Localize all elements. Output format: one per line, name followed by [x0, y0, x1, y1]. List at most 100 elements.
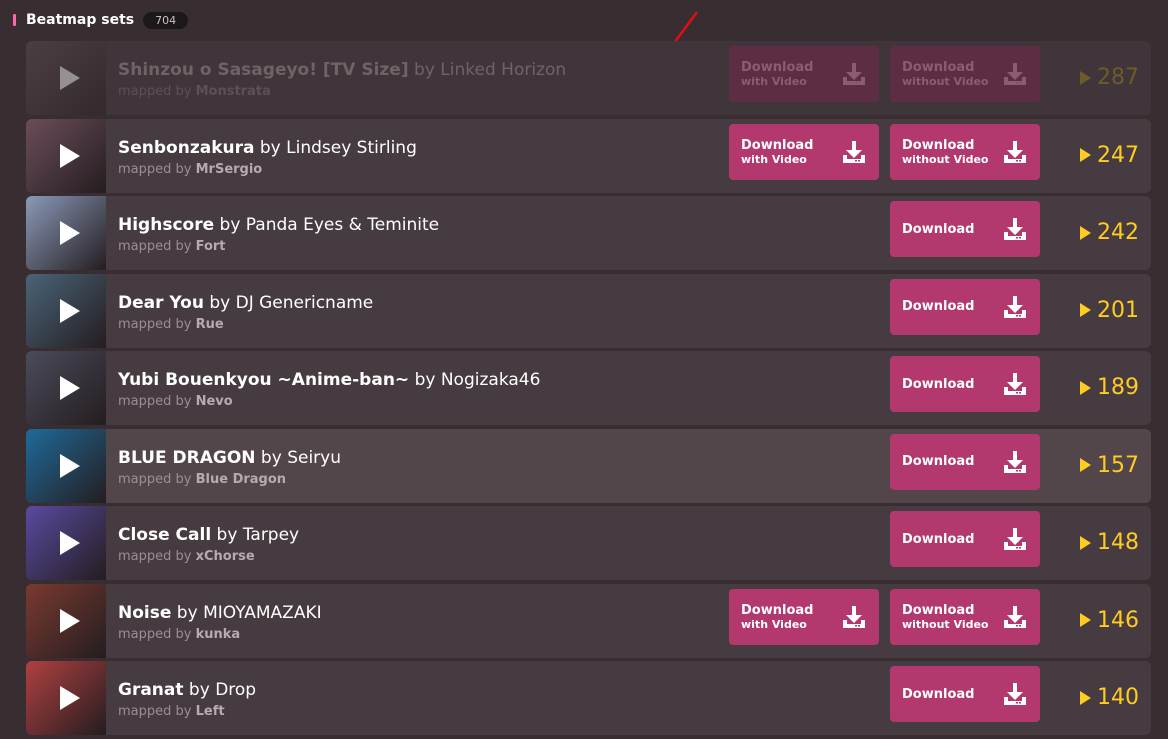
download-with-video-button[interactable]: Download with Video: [729, 46, 879, 102]
mapper-name[interactable]: xChorse: [196, 549, 255, 564]
play-count-value: 287: [1097, 65, 1139, 90]
preview-thumbnail[interactable]: [26, 196, 106, 270]
download-with-video-button[interactable]: Download with Video: [729, 588, 879, 645]
beatmap-info: Close Call by Tarpey mapped by xChorse D…: [106, 506, 1151, 580]
download-button[interactable]: Download: [890, 433, 1040, 490]
beatmap-row[interactable]: Yubi Bouenkyou ~Anime-ban~ by Nogizaka46…: [26, 351, 1151, 425]
preview-thumbnail[interactable]: [26, 506, 106, 580]
download-label: Download: [902, 221, 975, 237]
download-icon: [843, 140, 865, 163]
song-artist: Tarpey: [242, 525, 300, 545]
mapper-line: mapped by Fort: [118, 239, 226, 254]
download-label: Download: [741, 602, 814, 618]
download-without-video-button[interactable]: Download without Video: [890, 46, 1040, 102]
song-line[interactable]: Highscore by Panda Eyes & Teminite: [118, 215, 439, 235]
song-title: Senbonzakura: [118, 137, 255, 158]
mapper-name[interactable]: kunka: [196, 627, 241, 642]
without-video-label: without Video: [902, 152, 989, 166]
play-icon[interactable]: [60, 686, 80, 710]
song-artist: Linked Horizon: [440, 60, 567, 80]
download-label: Download: [902, 376, 975, 392]
play-icon[interactable]: [60, 143, 80, 168]
download-button[interactable]: Download: [890, 666, 1040, 722]
preview-thumbnail[interactable]: [26, 428, 106, 503]
song-line[interactable]: Noise by MIOYAMAZAKI: [118, 603, 322, 623]
mapper-name[interactable]: Rue: [196, 317, 224, 332]
preview-thumbnail[interactable]: [26, 661, 106, 735]
download-with-video-button[interactable]: Download with Video: [729, 123, 879, 180]
mapped-by-label: mapped by: [118, 316, 192, 332]
preview-thumbnail[interactable]: [26, 118, 106, 193]
beatmap-row[interactable]: Granat by Drop mapped by Left Download 1…: [26, 661, 1151, 735]
mapped-by-label: mapped by: [118, 161, 192, 177]
song-title: Granat: [118, 680, 184, 700]
with-video-label: with Video: [741, 152, 807, 166]
song-line[interactable]: Granat by Drop: [118, 680, 256, 700]
mapper-line: mapped by Blue Dragon: [118, 472, 286, 487]
beatmap-row[interactable]: Dear You by DJ Genericname mapped by Rue…: [26, 273, 1151, 348]
mapper-name[interactable]: Nevo: [196, 394, 233, 409]
song-title: Highscore: [118, 215, 215, 235]
section-title: Beatmap sets: [26, 12, 135, 28]
mapper-line: mapped by Left: [118, 704, 225, 719]
play-icon[interactable]: [60, 298, 80, 323]
mapper-name[interactable]: Fort: [196, 239, 226, 254]
download-button[interactable]: Download: [890, 278, 1040, 335]
beatmap-info: BLUE DRAGON by Seiryu mapped by Blue Dra…: [106, 428, 1151, 503]
play-count: 146: [1080, 608, 1139, 633]
beatmap-row[interactable]: Noise by MIOYAMAZAKI mapped by kunka Dow…: [26, 583, 1151, 658]
beatmap-row[interactable]: BLUE DRAGON by Seiryu mapped by Blue Dra…: [26, 428, 1151, 503]
without-video-label: without Video: [902, 617, 989, 631]
download-button[interactable]: Download: [890, 511, 1040, 567]
beatmap-info: Granat by Drop mapped by Left Download 1…: [106, 661, 1151, 735]
mapper-name[interactable]: Blue Dragon: [196, 472, 286, 487]
song-line[interactable]: Senbonzakura by Lindsey Stirling: [118, 138, 417, 158]
download-icon: [1004, 683, 1026, 705]
download-without-video-button[interactable]: Download without Video: [890, 123, 1040, 180]
beatmap-row[interactable]: Senbonzakura by Lindsey Stirling mapped …: [26, 118, 1151, 193]
download-button[interactable]: Download: [890, 201, 1040, 257]
preview-thumbnail[interactable]: [26, 273, 106, 348]
play-count: 189: [1080, 375, 1139, 400]
mapper-line: mapped by Nevo: [118, 394, 233, 409]
mapped-by-label: mapped by: [118, 704, 192, 719]
play-count-icon: [1080, 225, 1091, 240]
song-line[interactable]: BLUE DRAGON by Seiryu: [118, 448, 341, 468]
download-icon: [1004, 140, 1026, 163]
play-icon[interactable]: [60, 608, 80, 633]
preview-thumbnail[interactable]: [26, 351, 106, 425]
play-count: 247: [1080, 143, 1139, 168]
play-icon[interactable]: [60, 221, 80, 245]
mapped-by-label: mapped by: [118, 84, 192, 99]
song-title: Dear You: [118, 292, 204, 313]
song-artist: Lindsey Stirling: [286, 137, 417, 158]
beatmap-row[interactable]: Shinzou o Sasageyo! [TV Size] by Linked …: [26, 41, 1151, 115]
with-video-label: with Video: [741, 75, 807, 88]
song-line[interactable]: Shinzou o Sasageyo! [TV Size] by Linked …: [118, 60, 566, 80]
beatmap-info: Senbonzakura by Lindsey Stirling mapped …: [106, 118, 1151, 193]
download-button[interactable]: Download: [890, 356, 1040, 412]
play-count-icon: [1080, 380, 1091, 395]
song-line[interactable]: Yubi Bouenkyou ~Anime-ban~ by Nogizaka46: [118, 370, 540, 390]
download-without-video-button[interactable]: Download without Video: [890, 588, 1040, 645]
beatmap-row[interactable]: Highscore by Panda Eyes & Teminite mappe…: [26, 196, 1151, 270]
mapper-name[interactable]: Monstrata: [196, 84, 271, 99]
beatmap-row[interactable]: Close Call by Tarpey mapped by xChorse D…: [26, 506, 1151, 580]
play-count-icon: [1080, 70, 1091, 85]
mapper-name[interactable]: Left: [196, 704, 225, 719]
play-icon[interactable]: [60, 531, 80, 555]
preview-thumbnail[interactable]: [26, 41, 106, 115]
song-line[interactable]: Dear You by DJ Genericname: [118, 293, 373, 313]
play-count: 287: [1080, 65, 1139, 90]
play-count-icon: [1080, 535, 1091, 550]
play-count-icon: [1080, 148, 1091, 162]
play-icon[interactable]: [60, 66, 80, 90]
play-icon[interactable]: [60, 376, 80, 400]
song-line[interactable]: Close Call by Tarpey: [118, 525, 299, 545]
mapper-name[interactable]: MrSergio: [196, 162, 263, 177]
section-count-badge: 704: [143, 11, 189, 29]
play-count-icon: [1080, 458, 1091, 472]
preview-thumbnail[interactable]: [26, 583, 106, 658]
play-icon[interactable]: [60, 453, 80, 478]
mapped-by-label: mapped by: [118, 549, 192, 564]
